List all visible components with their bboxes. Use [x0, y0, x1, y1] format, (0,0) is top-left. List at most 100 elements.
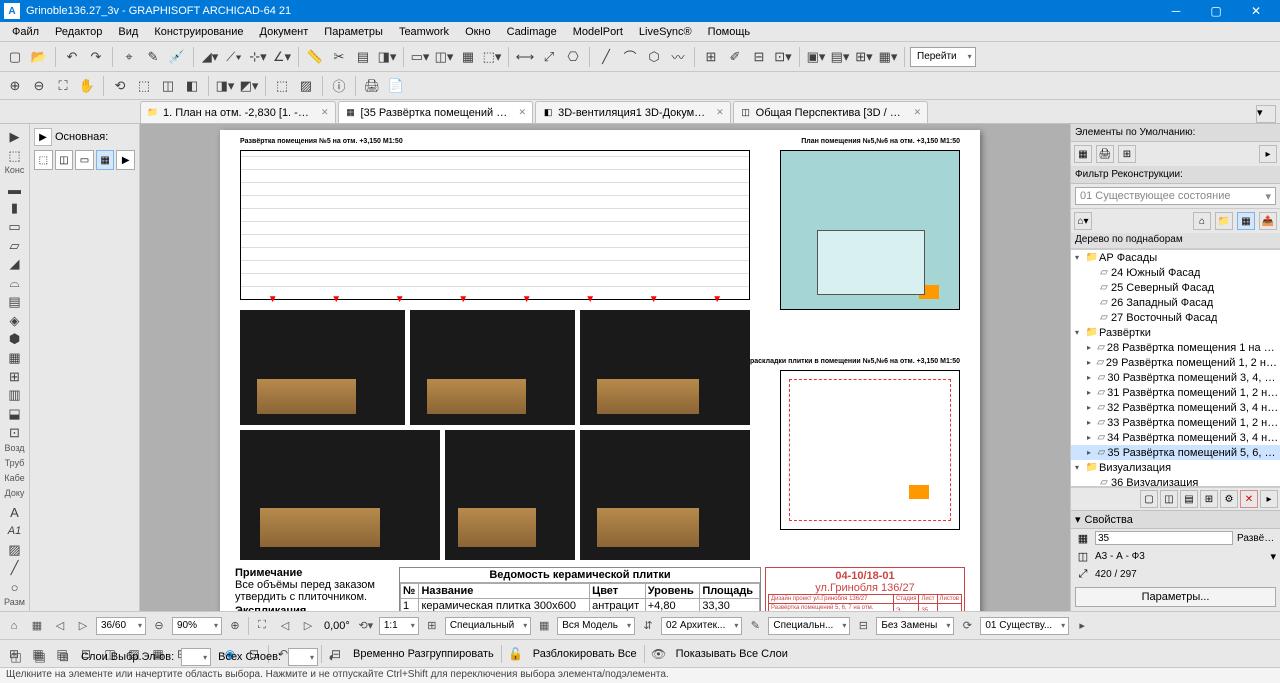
- tree-up-icon[interactable]: ▤: [1180, 490, 1198, 508]
- scale-combo[interactable]: 1:1: [379, 617, 419, 635]
- fill-tool-icon[interactable]: ▨: [3, 541, 27, 559]
- shell-tool-icon[interactable]: ⌓: [3, 274, 27, 292]
- guide-icon[interactable]: ◢▾: [199, 46, 221, 68]
- tree-item[interactable]: ▸▱33 Развёртка помещений 1, 2 на отм.+3,: [1071, 415, 1280, 430]
- vo-c4-icon[interactable]: ✎: [745, 616, 765, 636]
- opt2-icon[interactable]: ▤▾: [829, 46, 851, 68]
- line-icon[interactable]: ╱: [595, 46, 617, 68]
- door-tool-icon[interactable]: ⬓: [3, 405, 27, 423]
- menu-livesync®[interactable]: LiveSync®: [631, 24, 700, 40]
- persp-icon[interactable]: ◫: [157, 75, 179, 97]
- tree-item[interactable]: ▾📁Визуализация: [1071, 460, 1280, 475]
- zoom-combo[interactable]: 90%: [172, 617, 222, 635]
- print-icon[interactable]: 🖨: [361, 75, 383, 97]
- marq-icon[interactable]: ⬚: [271, 75, 293, 97]
- def-icon-2[interactable]: 🖨: [1096, 145, 1114, 163]
- prop-id-input[interactable]: [1095, 531, 1233, 545]
- roof-tool-icon[interactable]: ◢: [3, 255, 27, 273]
- exist-combo[interactable]: 01 Существу...: [980, 617, 1069, 635]
- goto-combo[interactable]: Перейти: [910, 47, 976, 67]
- tab-close-icon[interactable]: ✕: [321, 107, 329, 118]
- document-tab[interactable]: 📁1. План на отм. -2,830 [1. -2,830]✕: [140, 101, 336, 123]
- tree-item[interactable]: ▸▱35 Развёртка помещений 5, 6, 7 на отм.: [1071, 445, 1280, 460]
- nav-mode-1[interactable]: ⌂▾: [1074, 212, 1092, 230]
- tree-item[interactable]: ▸▱34 Развёртка помещений 3, 4 на отм.+3,: [1071, 430, 1280, 445]
- sel-mode-4[interactable]: ▦: [96, 150, 115, 170]
- minimize-button[interactable]: ─: [1156, 0, 1196, 22]
- repl-combo[interactable]: Без Замены: [876, 617, 954, 635]
- tree-set-icon[interactable]: ⚙: [1220, 490, 1238, 508]
- nav-mode-proj[interactable]: ⌂: [1193, 212, 1211, 230]
- tree-item[interactable]: ▸▱30 Развёртка помещений 3, 4, 5 на отм.: [1071, 370, 1280, 385]
- open-icon[interactable]: 📂: [28, 46, 50, 68]
- circle-tool-icon[interactable]: ○: [3, 578, 27, 596]
- axo-icon[interactable]: ◧: [181, 75, 203, 97]
- special-combo[interactable]: Специальный: [445, 617, 531, 635]
- model-combo[interactable]: Вся Модель: [557, 617, 635, 635]
- vo-next-icon[interactable]: ▷: [298, 616, 318, 636]
- tree-item[interactable]: ▱24 Южный Фасад: [1071, 265, 1280, 280]
- opt3-icon[interactable]: ⊞▾: [853, 46, 875, 68]
- vo-right-icon[interactable]: ▷: [73, 616, 93, 636]
- arrow-tool-icon[interactable]: ▶: [3, 128, 27, 146]
- vo-fit-icon[interactable]: ⛶: [252, 616, 272, 636]
- measure-icon[interactable]: 📏: [304, 46, 326, 68]
- navigator-tree[interactable]: ▾📁АР Фасады▱24 Южный Фасад▱25 Северный Ф…: [1071, 249, 1280, 487]
- menu-вид[interactable]: Вид: [110, 24, 146, 40]
- object-tool-icon[interactable]: ⬢: [3, 330, 27, 348]
- sel-mode-2[interactable]: ◫: [55, 150, 74, 170]
- vo-c5-icon[interactable]: ⊟: [853, 616, 873, 636]
- beam-tool-icon[interactable]: ▭: [3, 218, 27, 236]
- vo-prev-icon[interactable]: ◁: [275, 616, 295, 636]
- qb-showall-icon[interactable]: 👁: [649, 644, 669, 664]
- pick-icon[interactable]: ⌖: [118, 46, 140, 68]
- li-1-icon[interactable]: ◫: [6, 647, 26, 667]
- menu-помощь[interactable]: Помощь: [700, 24, 759, 40]
- label-tool-icon[interactable]: A1: [3, 522, 27, 540]
- document-tab[interactable]: ◫Общая Перспектива [3D / Все]✕: [733, 101, 929, 123]
- vo-end-icon[interactable]: ▸: [1072, 616, 1092, 636]
- vo-c6-icon[interactable]: ⟳: [957, 616, 977, 636]
- menu-файл[interactable]: Файл: [4, 24, 47, 40]
- column-tool-icon[interactable]: ▮: [3, 199, 27, 217]
- all-layers-combo[interactable]: [288, 648, 318, 666]
- tree-item[interactable]: ▸▱32 Развёртка помещений 3, 4 на отм.+0,: [1071, 400, 1280, 415]
- tree-item[interactable]: ▸▱29 Развёртка помещений 1, 2 на отм.-2,…: [1071, 355, 1280, 370]
- vo-grid-icon[interactable]: ▦: [27, 616, 47, 636]
- ungroup-label[interactable]: Временно Разгруппировать: [350, 648, 497, 660]
- document-tab[interactable]: ▦[35 Развёртка помещений 5, 6, 7 на от..…: [338, 101, 534, 123]
- tree-item[interactable]: ▸▱28 Развёртка помещения 1 на отм.-2,830: [1071, 340, 1280, 355]
- unlock-label[interactable]: Разблокировать Все: [530, 648, 640, 660]
- special2-combo[interactable]: Специальн...: [768, 617, 850, 635]
- def-icon-4[interactable]: ▸: [1259, 145, 1277, 163]
- window-tool-icon[interactable]: ⊡: [3, 424, 27, 442]
- opt4-icon[interactable]: ▦▾: [877, 46, 899, 68]
- tree-more-icon[interactable]: ▸: [1260, 490, 1278, 508]
- vo-left-icon[interactable]: ◁: [50, 616, 70, 636]
- slab-tool-icon[interactable]: ▱: [3, 237, 27, 255]
- tree-item[interactable]: ▸▱31 Развёртка помещений 1, 2 на отм.+0,: [1071, 385, 1280, 400]
- def-icon-3[interactable]: ⊞: [1118, 145, 1136, 163]
- tab-close-icon[interactable]: ✕: [914, 107, 922, 118]
- new-icon[interactable]: ▢: [4, 46, 26, 68]
- morph-tool-icon[interactable]: ◈: [3, 312, 27, 330]
- vo-zoomout-icon[interactable]: ⊖: [149, 616, 169, 636]
- tab-close-icon[interactable]: ✕: [519, 107, 527, 118]
- layers-icon[interactable]: ▤: [352, 46, 374, 68]
- menu-конструирование[interactable]: Конструирование: [146, 24, 251, 40]
- close-button[interactable]: ✕: [1236, 0, 1276, 22]
- 3dview-icon[interactable]: ⬚: [133, 75, 155, 97]
- menu-modelport[interactable]: ModelPort: [565, 24, 631, 40]
- tree-new-icon[interactable]: ▢: [1140, 490, 1158, 508]
- orbit-icon[interactable]: ⟲: [109, 75, 131, 97]
- menu-teamwork[interactable]: Teamwork: [391, 24, 457, 40]
- redo-icon[interactable]: ↷: [85, 46, 107, 68]
- tree-item[interactable]: ▱26 Западный Фасад: [1071, 295, 1280, 310]
- document-tab[interactable]: ◧3D-вентиляция1 3D-Документ [3D-вен...✕: [535, 101, 731, 123]
- filter-select[interactable]: 01 Существующее состояние▾: [1075, 187, 1276, 205]
- arch-combo[interactable]: 02 Архитек...: [661, 617, 742, 635]
- spline-icon[interactable]: 〰: [667, 46, 689, 68]
- li-4-icon[interactable]: ◐: [322, 647, 342, 667]
- cut-icon[interactable]: ✂: [328, 46, 350, 68]
- menu-параметры[interactable]: Параметры: [316, 24, 391, 40]
